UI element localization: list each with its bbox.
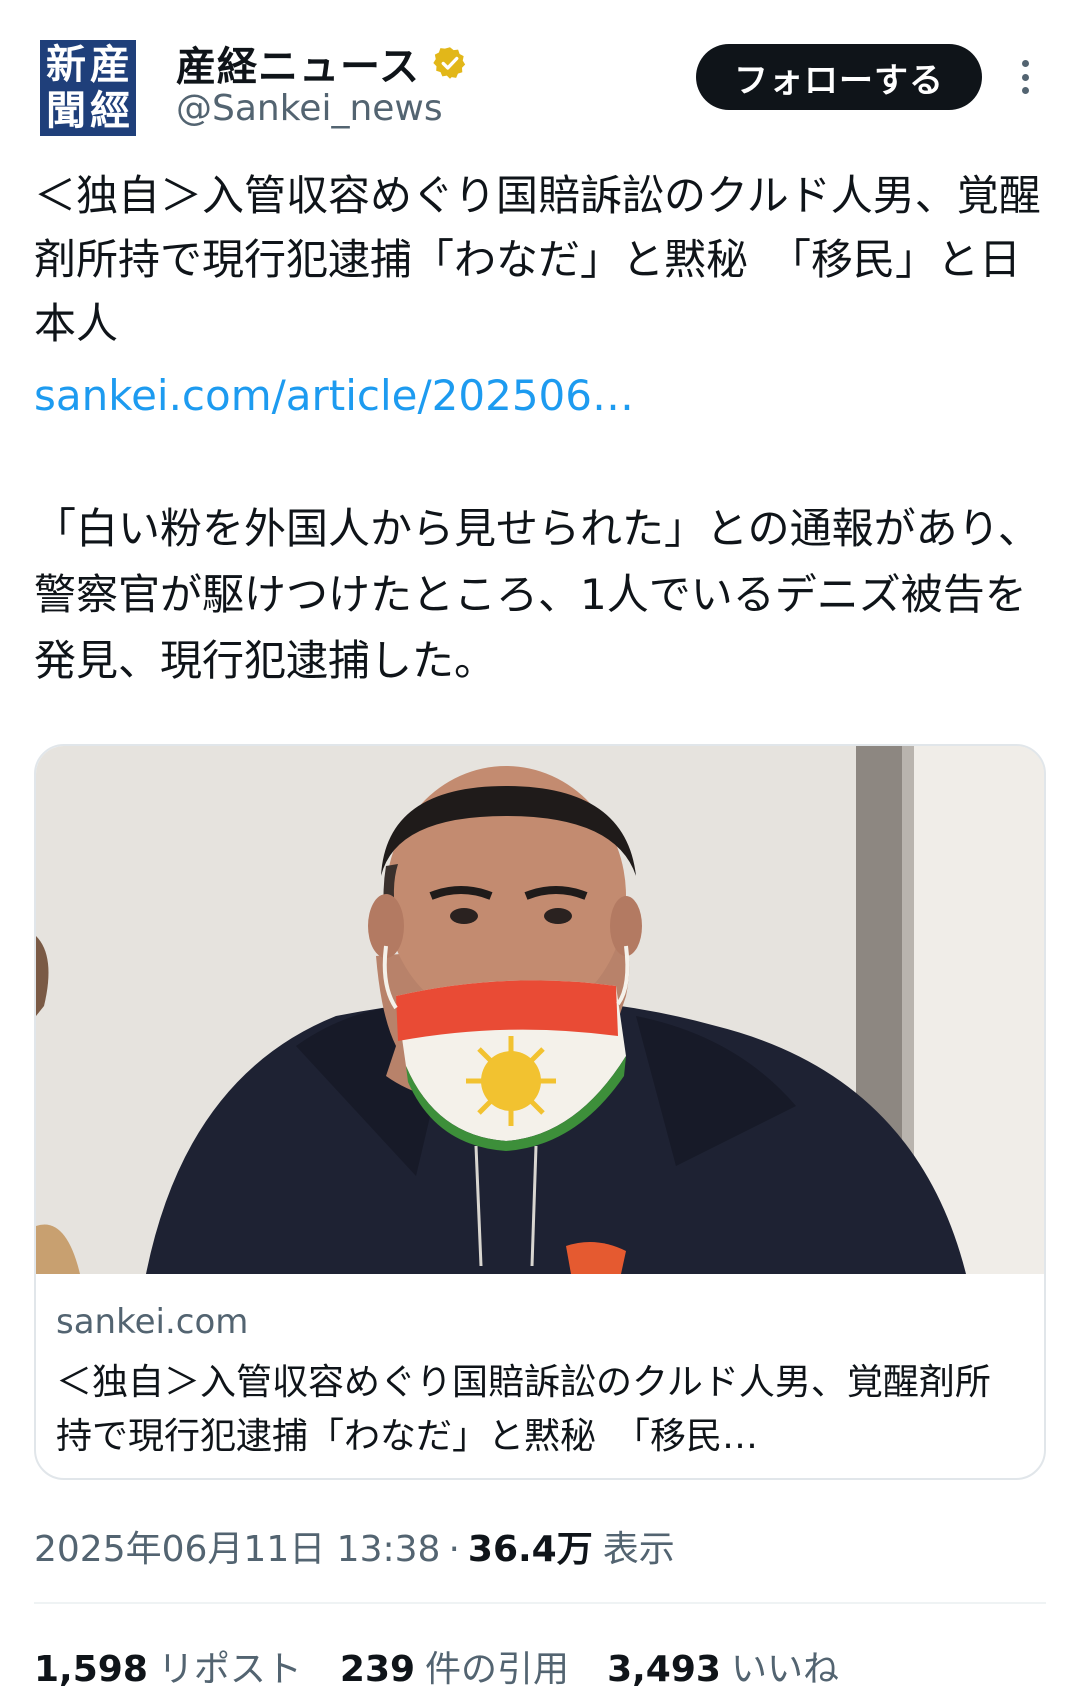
likes-count[interactable]: 3,493 [607, 1649, 721, 1690]
more-dot [1021, 73, 1029, 81]
divider [34, 1602, 1046, 1604]
engagement-stats: 1,598 リポスト 239 件の引用 3,493 いいね [34, 1640, 877, 1692]
card-image [36, 746, 1044, 1274]
meta-separator: · [448, 1529, 460, 1570]
post-link[interactable]: sankei.com/article/202506… [34, 364, 634, 428]
account-handle[interactable]: @Sankei_news [176, 88, 443, 129]
post-text-headline: ＜独自＞入管収容めぐり国賠訴訟のクルド人男、覚醒剤所持で現行犯逮捕「わなだ」と黙… [34, 171, 1041, 348]
avatar-glyph: 新 [46, 41, 86, 88]
more-options-icon[interactable] [1010, 52, 1040, 102]
quotes-label[interactable]: 件の引用 [425, 1640, 569, 1692]
quotes-count[interactable]: 239 [340, 1649, 415, 1690]
post-text-body: 「白い粉を外国人から見せられた」との通報があり、警察官が駆けつけたところ、1人で… [34, 504, 1040, 685]
views-label: 表示 [602, 1529, 675, 1570]
likes-label[interactable]: いいね [731, 1640, 839, 1692]
post-datetime[interactable]: 2025年06月11日 13:38 [34, 1520, 440, 1572]
more-dot [1021, 60, 1029, 67]
avatar-glyph: 經 [90, 87, 130, 134]
account-name[interactable]: 産経ニュース [176, 34, 420, 92]
avatar[interactable]: 産 經 新 聞 [40, 40, 136, 136]
reposts-count[interactable]: 1,598 [34, 1649, 148, 1690]
views-count: 36.4万 [467, 1529, 593, 1570]
post-header: 産 經 新 聞 産経ニュース @Sankei_news フォローする [0, 0, 1080, 150]
avatar-glyph: 聞 [46, 87, 86, 134]
post-meta: 2025年06月11日 13:38 · 36.4万 表示 [34, 1520, 675, 1572]
card-domain: sankei.com [56, 1302, 249, 1342]
account-name-row: 産経ニュース [176, 38, 468, 90]
card-title: ＜独自＞入管収容めぐり国賠訴訟のクルド人男、覚醒剤所持で現行犯逮捕「わなだ」と黙… [56, 1362, 991, 1457]
reposts-label[interactable]: リポスト [158, 1640, 302, 1692]
follow-button[interactable]: フォローする [696, 44, 982, 110]
avatar-glyph: 産 [90, 41, 130, 88]
more-dot [1021, 87, 1029, 94]
verified-badge-icon [433, 47, 466, 79]
link-preview-card[interactable]: sankei.com ＜独自＞入管収容めぐり国賠訴訟のクルド人男、覚醒剤所持で現… [34, 744, 1046, 1480]
